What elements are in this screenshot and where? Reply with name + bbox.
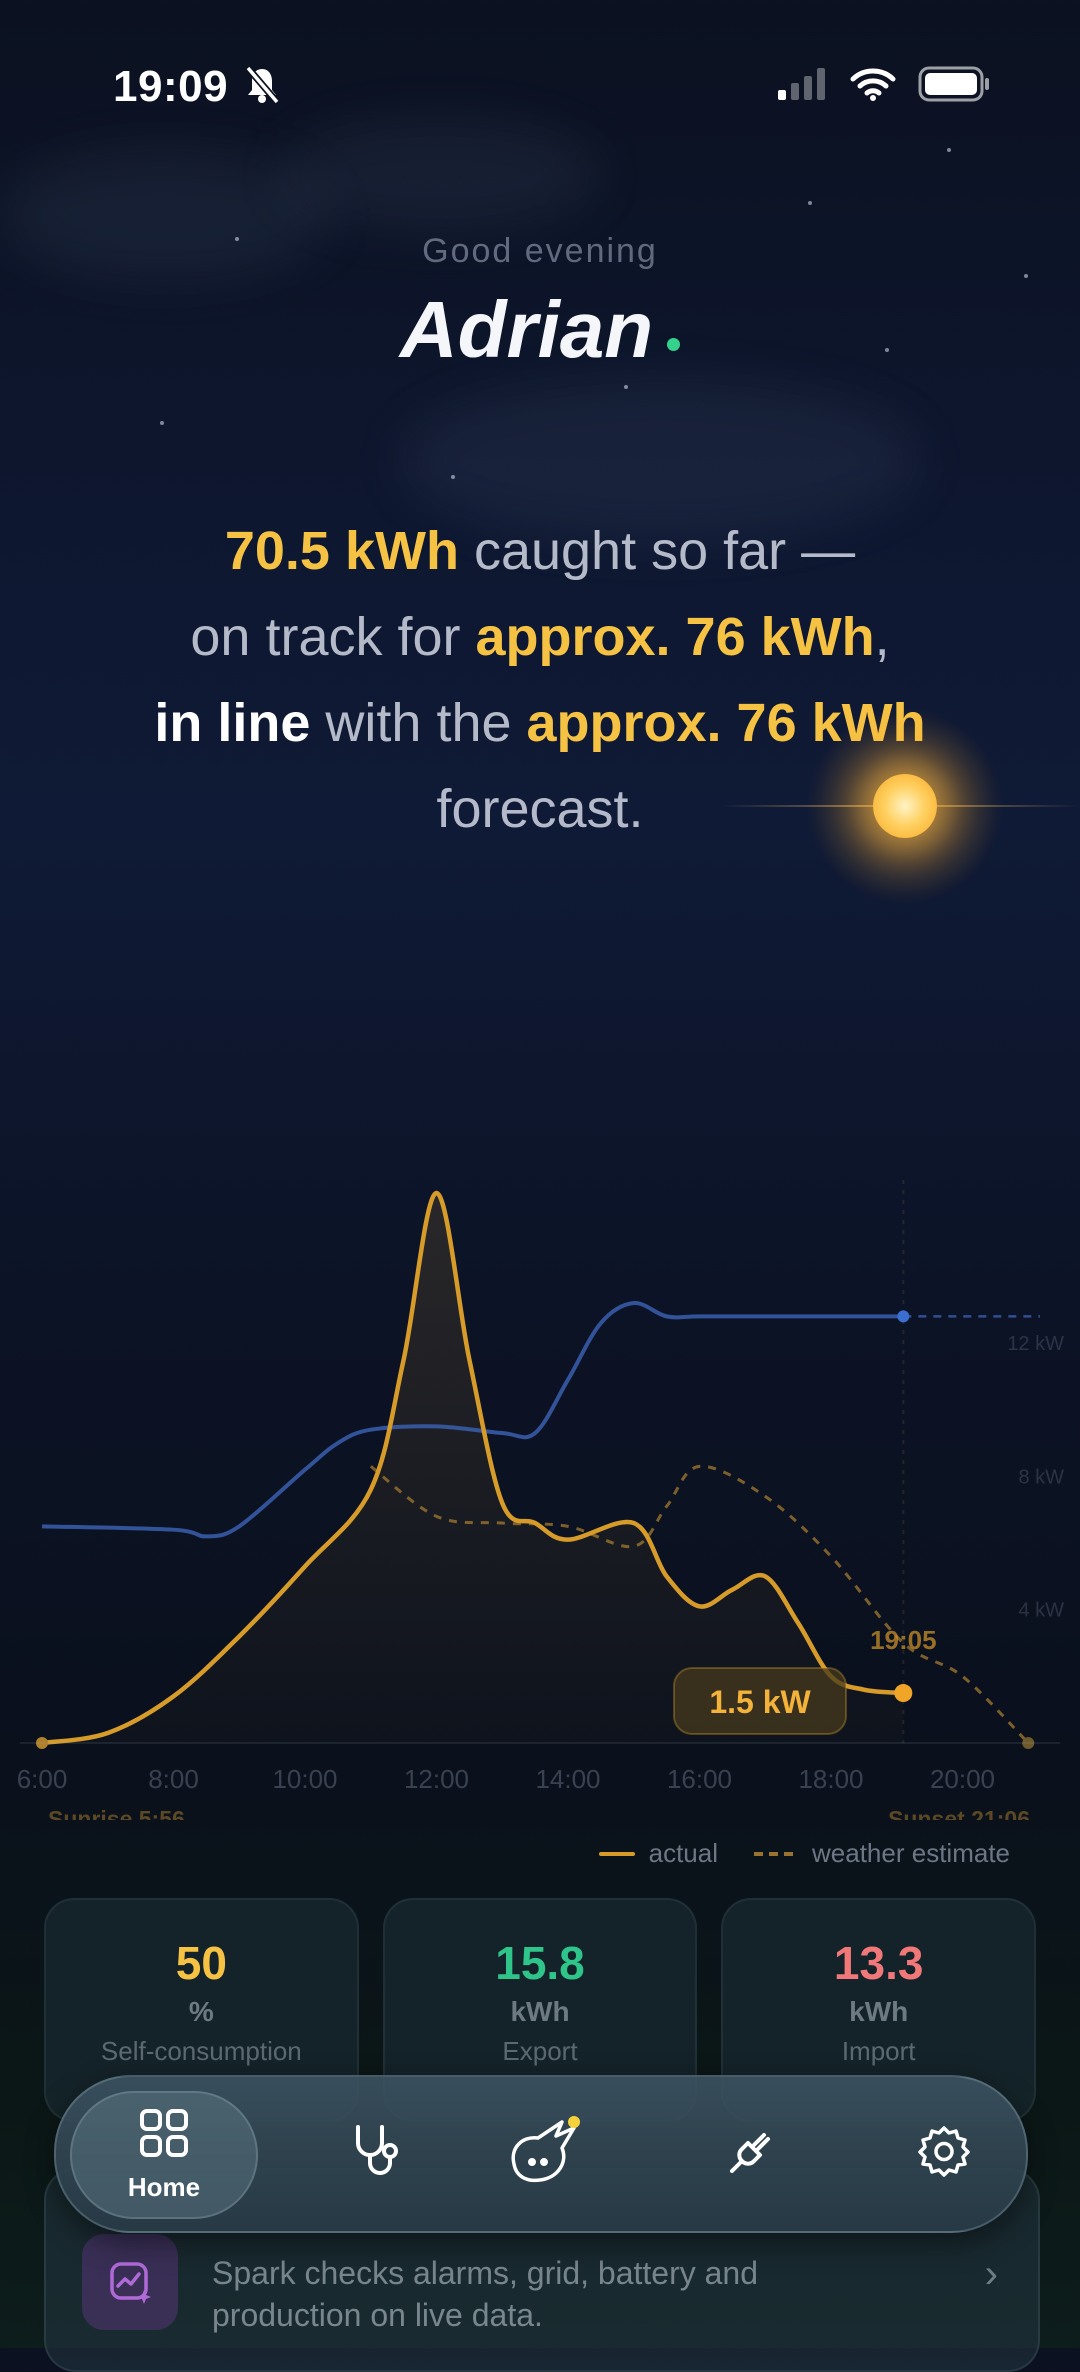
online-dot	[667, 338, 681, 351]
actual-area	[42, 1193, 904, 1743]
caught-value: 70.5 kWh	[224, 521, 459, 581]
stat-value: 50	[175, 1937, 227, 1989]
legend-swatch	[754, 1851, 799, 1856]
status-time: 19:09	[113, 62, 280, 116]
wifi-icon	[850, 67, 896, 106]
x-tick-label: 20:00	[930, 1764, 995, 1794]
summary-text: ,	[874, 607, 890, 667]
battery-icon	[918, 66, 990, 107]
spark-mascot-icon	[504, 2114, 588, 2193]
current-value-label: 1.5 kW	[709, 1684, 811, 1720]
plug-icon	[726, 2125, 778, 2182]
x-tick-label: 18:00	[798, 1764, 863, 1794]
nav-spark[interactable]	[486, 2091, 606, 2215]
legend-label: weather estimate	[812, 1838, 1010, 1868]
summary-text: forecast.	[436, 779, 644, 839]
summary-text: with the	[310, 693, 527, 753]
y-tick-label: 8 kW	[1018, 1466, 1064, 1488]
home-icon	[138, 2107, 190, 2164]
stat-unit: kWh	[849, 1996, 909, 2027]
gear-icon	[917, 2124, 971, 2183]
stat-unit: %	[188, 1996, 214, 2027]
stat-unit: kWh	[510, 1996, 570, 2027]
star	[1024, 274, 1028, 278]
sun-icon	[873, 774, 937, 838]
stat-value: 13.3	[833, 1937, 924, 1989]
legend-label: actual	[648, 1838, 719, 1868]
legend-estimate: weather estimate	[754, 1838, 1010, 1869]
y-tick-label: 12 kW	[1007, 1333, 1064, 1355]
chart-sparkle-icon	[82, 2234, 178, 2330]
star	[160, 421, 164, 425]
sunset-label: Sunset 21:06	[888, 1806, 1030, 1820]
x-tick-label: 14:00	[535, 1764, 600, 1794]
signal-icon	[778, 68, 828, 105]
nav-connections[interactable]	[702, 2091, 802, 2215]
nav-diagnostics[interactable]	[326, 2091, 426, 2215]
nav-home[interactable]: Home	[70, 2091, 258, 2219]
summary-text: caught so far —	[458, 521, 856, 581]
now-time-label: 19:05	[870, 1625, 937, 1655]
user-name: Adrian	[0, 284, 1080, 376]
x-tick-label: 10:00	[272, 1764, 337, 1794]
greeting-text: Good evening	[422, 232, 658, 270]
legend-swatch	[598, 1851, 635, 1856]
x-tick-label: 6:00	[17, 1764, 68, 1794]
stethoscope-icon	[350, 2123, 402, 2184]
sunrise-label: Sunrise 5:56	[48, 1806, 185, 1820]
x-tick-label: 12:00	[404, 1764, 469, 1794]
star	[451, 475, 455, 479]
stat-label: Export	[502, 2036, 578, 2066]
star	[624, 385, 628, 389]
cloud	[280, 120, 600, 230]
star	[947, 148, 951, 152]
legend-actual: actual	[598, 1838, 719, 1869]
series-point-blue-now	[897, 1310, 910, 1323]
production-chart: 4 kW 8 kW 12 kW 6:00 8:00 10:00 12:00 14:00 16:0…	[17, 1180, 1064, 1820]
spark-description: Spark checks alarms, grid, battery and p…	[212, 2255, 759, 2333]
bell-muted-icon	[245, 65, 280, 116]
bottom-nav: Home	[54, 2075, 1028, 2233]
stat-label: Self-consumption	[100, 2036, 302, 2066]
x-tick-label: 16:00	[667, 1764, 732, 1794]
stat-value: 15.8	[495, 1937, 585, 1989]
summary-text: on track for	[190, 607, 476, 667]
chart-legend: actual weather estimate	[598, 1838, 1010, 1869]
status-icons	[778, 66, 990, 107]
chevron-right-icon: ›	[984, 2252, 998, 2296]
star	[808, 201, 812, 205]
nav-home-label: Home	[127, 2172, 201, 2202]
on-track-value: approx. 76 kWh	[475, 607, 875, 667]
nav-settings[interactable]	[894, 2091, 994, 2215]
status-text: in line	[154, 693, 311, 753]
stat-label: Import	[841, 2036, 916, 2066]
series-point-actual-now	[894, 1684, 913, 1703]
x-tick-label: 8:00	[148, 1764, 199, 1794]
y-tick-label: 4 kW	[1018, 1600, 1064, 1622]
